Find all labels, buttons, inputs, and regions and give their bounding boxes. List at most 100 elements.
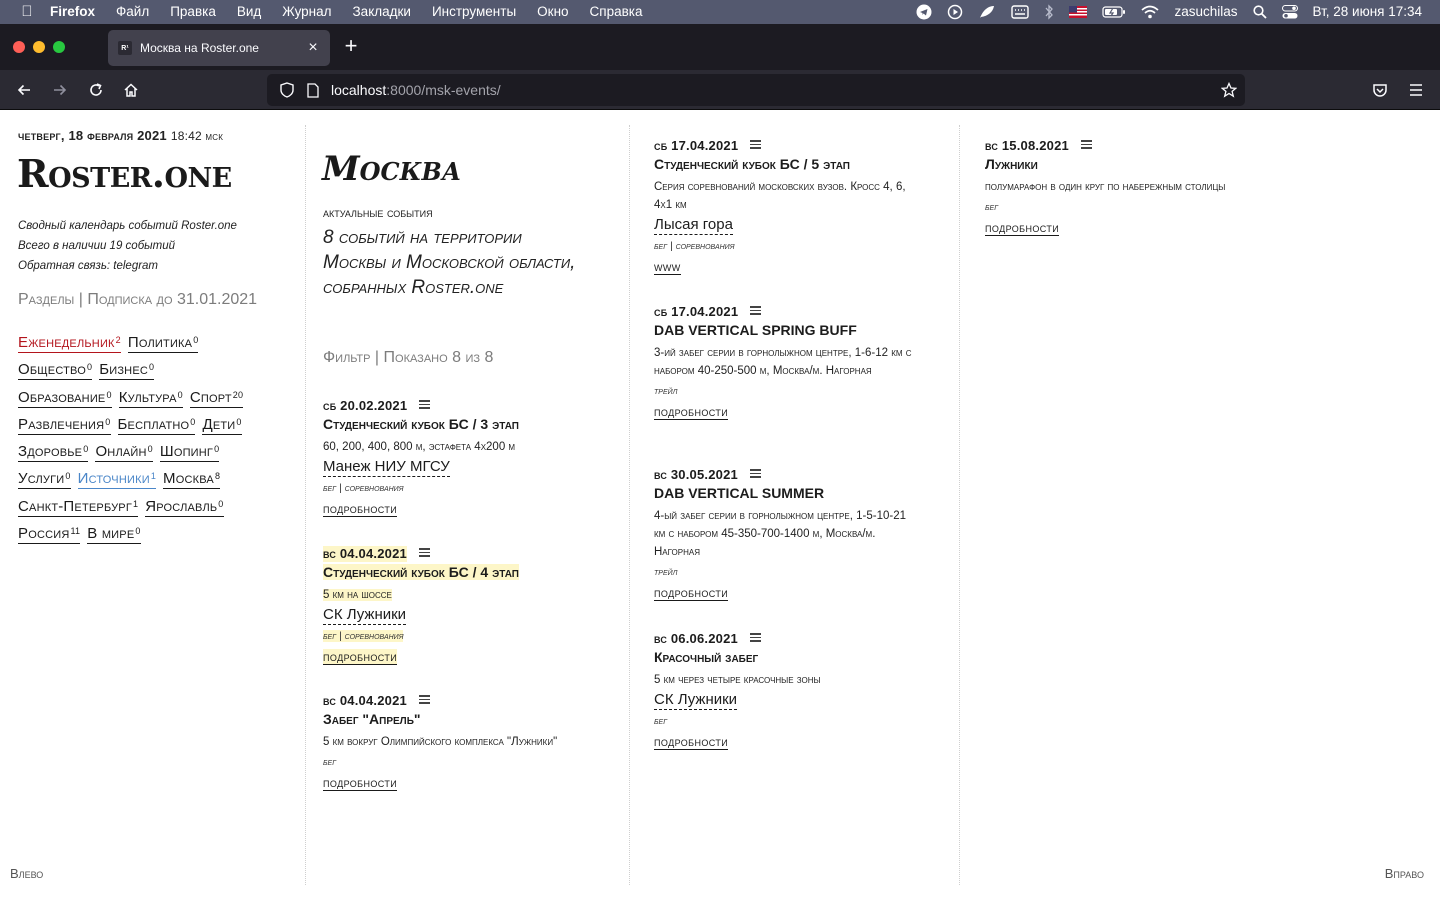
section-tag-link[interactable]: Политика0 — [127, 334, 199, 353]
event-date: вс 06.06.2021 — [654, 631, 738, 646]
hamburger-menu-icon[interactable] — [1404, 78, 1428, 102]
menu-bookmarks[interactable]: Закладки — [353, 0, 411, 24]
bookmark-star-icon[interactable] — [1219, 80, 1239, 100]
url-bar[interactable]: localhost:8000/msk-events/ — [267, 74, 1245, 106]
close-tab-icon[interactable]: × — [302, 37, 324, 59]
event-menu-icon[interactable] — [418, 548, 430, 557]
scroll-left-link[interactable]: Влево — [10, 866, 43, 881]
event-title: Красочный забег — [654, 649, 759, 665]
section-tag-link[interactable]: Услуги0 — [18, 470, 71, 490]
tag-label: Общество — [18, 361, 86, 379]
spotlight-search-icon[interactable] — [1252, 0, 1267, 24]
scroll-right-link[interactable]: Вправо — [1385, 866, 1424, 881]
section-tag-link[interactable]: Развлечения0 — [18, 416, 111, 435]
section-tag-link[interactable]: Дети0 — [202, 416, 242, 435]
tag-count: 2 — [115, 335, 121, 345]
event-venue-link[interactable]: СК Лужники — [654, 691, 738, 710]
tag-label: Источники — [77, 470, 150, 488]
section-tag-link[interactable]: Образование0 — [18, 389, 112, 408]
section-tag-link[interactable]: Здоровье0 — [18, 443, 89, 463]
play-icon[interactable] — [947, 0, 963, 24]
event-menu-icon[interactable] — [1080, 140, 1092, 149]
new-tab-button[interactable]: + — [340, 35, 362, 58]
section-tag-link[interactable]: Россия11 — [18, 525, 81, 545]
tracking-protection-icon[interactable] — [277, 82, 297, 98]
event-venue-link[interactable]: Манеж НИУ МГСУ — [323, 458, 450, 477]
event-menu-icon[interactable] — [749, 469, 761, 478]
control-center-icon[interactable] — [1281, 0, 1298, 24]
site-logo[interactable]: Roster.one — [17, 151, 232, 196]
event-description: 5 км через четыре красочные зоны — [654, 674, 821, 686]
flag-us-icon[interactable] — [1069, 0, 1088, 24]
about-line-feedback[interactable]: Обратная связь: telegram — [18, 256, 237, 276]
filter-heading[interactable]: Фильтр | Показано 8 из 8 — [323, 349, 493, 367]
section-tag-link[interactable]: Еженедельник2 — [18, 334, 121, 353]
section-tag-link[interactable]: Москва8 — [163, 470, 221, 490]
event-details-link[interactable]: подробности — [985, 220, 1060, 236]
url-text[interactable]: localhost:8000/msk-events/ — [331, 82, 501, 98]
section-tag-link[interactable]: Источники1 — [77, 470, 157, 490]
event-menu-icon[interactable] — [750, 140, 762, 149]
feather-icon[interactable] — [978, 0, 996, 24]
close-window-button[interactable] — [13, 41, 25, 53]
menu-view[interactable]: Вид — [237, 0, 261, 24]
event-menu-icon[interactable] — [749, 633, 761, 642]
page-info-icon[interactable] — [303, 82, 323, 98]
wifi-icon[interactable] — [1141, 0, 1160, 24]
home-button[interactable] — [119, 78, 143, 102]
event-menu-icon[interactable] — [418, 695, 430, 704]
section-tag-link[interactable]: Спорт20 — [189, 389, 244, 408]
reload-button[interactable] — [84, 78, 108, 102]
event-menu-icon[interactable] — [750, 306, 762, 315]
apple-icon[interactable]:  — [18, 0, 36, 24]
event-details-link[interactable]: подробности — [654, 585, 729, 601]
section-tag-link[interactable]: Бесплатно0 — [117, 416, 196, 435]
menu-file[interactable]: Файл — [116, 0, 149, 24]
section-tag-link[interactable]: Санкт-Петербург1 — [18, 498, 139, 517]
tag-label: Онлайн — [95, 443, 147, 461]
menu-window[interactable]: Окно — [537, 0, 568, 24]
section-tag-link[interactable]: В мире0 — [87, 525, 141, 545]
event-details-link[interactable]: подробности — [654, 734, 729, 750]
event-details-link[interactable]: подробности — [323, 775, 398, 791]
event-menu-icon[interactable] — [419, 400, 431, 409]
menubar-username[interactable]: zasuchilas — [1174, 0, 1237, 24]
menu-tools[interactable]: Инструменты — [432, 0, 516, 24]
battery-icon[interactable] — [1102, 0, 1126, 24]
tag-count: 8 — [214, 471, 221, 482]
event-details-link[interactable]: подробности — [654, 404, 729, 420]
back-button[interactable] — [12, 78, 36, 102]
event-venue-link[interactable]: СК Лужники — [323, 606, 407, 625]
tag-count: 0 — [214, 444, 220, 455]
browser-tab-active[interactable]: R¹ Москва на Roster.one × — [108, 30, 330, 66]
event-category: бег — [985, 201, 999, 213]
event-title: Студенческий кубок БС / 4 этап — [323, 564, 519, 580]
bluetooth-icon[interactable] — [1044, 0, 1054, 24]
menubar-clock[interactable]: Вт, 28 июня 17:34 — [1313, 0, 1422, 24]
menu-app-name[interactable]: Firefox — [50, 0, 95, 24]
section-tag-link[interactable]: Культура0 — [118, 389, 183, 408]
section-tag-link[interactable]: Бизнес0 — [99, 361, 155, 381]
section-tag-link[interactable]: Шопинг0 — [159, 443, 220, 463]
zoom-window-button[interactable] — [53, 41, 65, 53]
event-title: DAB VERTICAL SPRING BUFF — [654, 322, 857, 338]
tag-row: Еженедельник2 Политика0 — [18, 329, 288, 356]
menu-history[interactable]: Журнал — [282, 0, 331, 24]
section-tag-link[interactable]: Ярославль0 — [145, 498, 224, 517]
event-card: сб 17.04.2021 Студенческий кубок БС / 5 э… — [654, 137, 919, 276]
event-card: вс 30.05.2021 DAB VERTICAL SUMMER 4-ый заб… — [654, 466, 919, 602]
menu-help[interactable]: Справка — [590, 0, 643, 24]
section-tag-link[interactable]: Общество0 — [18, 361, 93, 381]
event-venue-link[interactable]: Лысая гора — [654, 216, 733, 235]
event-details-link[interactable]: www — [654, 259, 681, 275]
telegram-icon[interactable] — [916, 0, 932, 24]
keyboard-icon[interactable] — [1011, 0, 1030, 24]
event-description: полумарафон в один круг по набережным ст… — [985, 181, 1226, 193]
forward-button[interactable] — [48, 78, 72, 102]
event-details-link[interactable]: подробности — [323, 501, 398, 517]
section-tag-link[interactable]: Онлайн0 — [95, 443, 153, 463]
minimize-window-button[interactable] — [33, 41, 45, 53]
pocket-icon[interactable] — [1368, 78, 1392, 102]
menu-edit[interactable]: Правка — [170, 0, 216, 24]
event-details-link[interactable]: подробности — [323, 649, 398, 665]
